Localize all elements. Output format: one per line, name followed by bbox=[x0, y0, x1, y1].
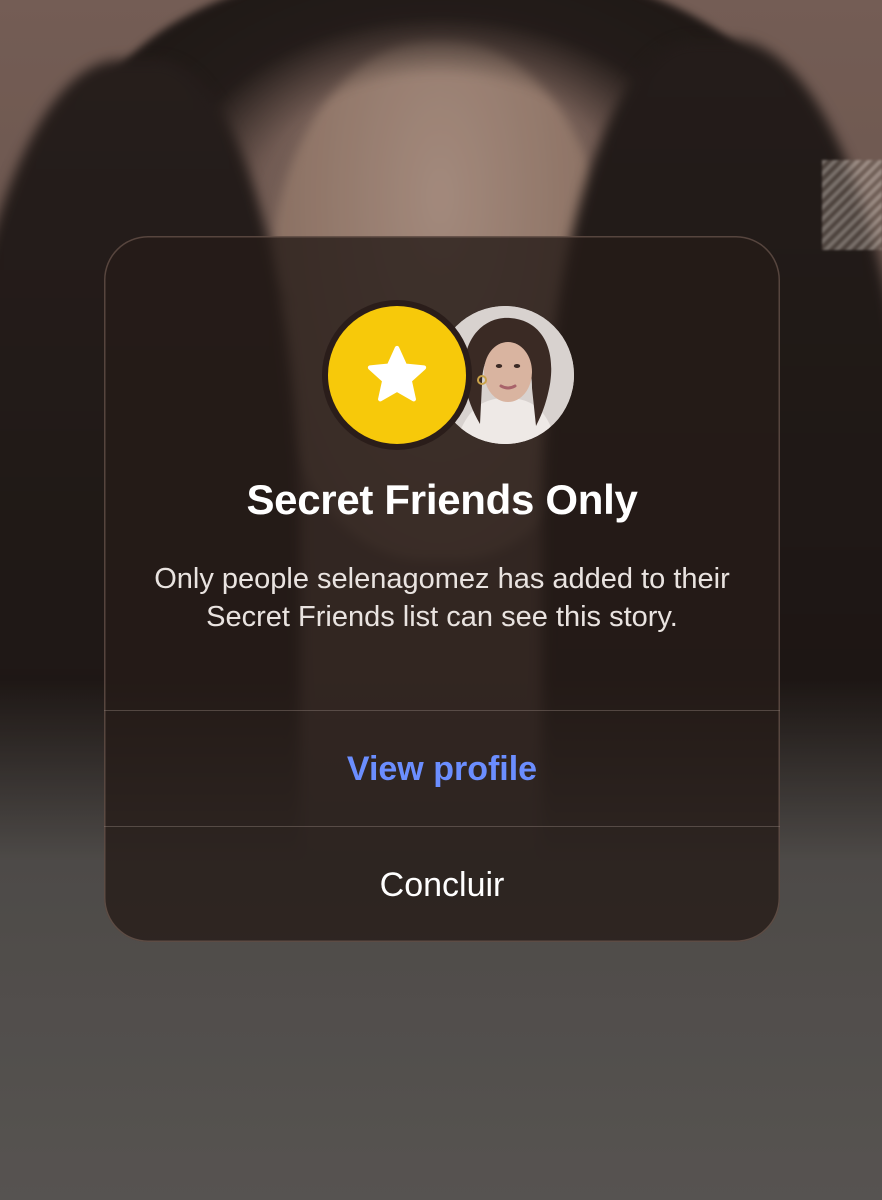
view-profile-button[interactable]: View profile bbox=[104, 711, 780, 827]
secret-friends-badge bbox=[328, 306, 466, 444]
secret-friends-dialog: Secret Friends Only Only people selenago… bbox=[104, 236, 780, 942]
dialog-title: Secret Friends Only bbox=[246, 476, 638, 523]
star-icon bbox=[367, 345, 427, 402]
done-button[interactable]: Concluir bbox=[104, 827, 780, 942]
dialog-avatars bbox=[104, 306, 780, 446]
dialog-message: Only people selenagomez has added to the… bbox=[154, 563, 730, 633]
story-screen: Secret Friends Only Only people selenago… bbox=[0, 0, 882, 1200]
